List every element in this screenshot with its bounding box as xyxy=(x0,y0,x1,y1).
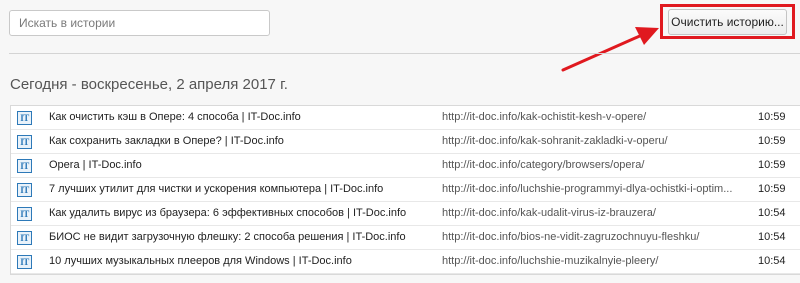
history-item-title[interactable]: 10 лучших музыкальных плееров для Window… xyxy=(49,255,352,267)
history-row[interactable]: IT 10 лучших музыкальных плееров для Wind… xyxy=(11,250,800,274)
site-favicon-icon: IT xyxy=(17,135,32,149)
history-item-url: http://it-doc.info/kak-ochistit-kesh-v-o… xyxy=(442,111,647,123)
site-favicon-icon: IT xyxy=(17,255,32,269)
history-item-url: http://it-doc.info/bios-ne-vidit-zagruzo… xyxy=(442,231,700,243)
history-list: IT Как очистить кэш в Опере: 4 способа | … xyxy=(10,105,800,275)
site-favicon-icon: IT xyxy=(17,231,32,245)
history-item-time: 10:59 xyxy=(758,159,786,171)
history-item-url: http://it-doc.info/luchshie-muzikalnyie-… xyxy=(442,255,659,267)
history-item-time: 10:54 xyxy=(758,207,786,219)
history-item-title[interactable]: Как сохранить закладки в Опере? | IT-Doc… xyxy=(49,135,284,147)
history-item-title[interactable]: Opera | IT-Doc.info xyxy=(49,159,142,171)
history-item-title[interactable]: 7 лучших утилит для чистки и ускорения к… xyxy=(49,183,383,195)
site-favicon-icon: IT xyxy=(17,183,32,197)
header-divider xyxy=(9,53,800,54)
history-item-url: http://it-doc.info/kak-sohranit-zakladki… xyxy=(442,135,668,147)
history-page: Очистить историю... Сегодня - воскресень… xyxy=(0,0,800,283)
history-item-title[interactable]: БИОС не видит загрузочную флешку: 2 спос… xyxy=(49,231,406,243)
history-item-time: 10:59 xyxy=(758,183,786,195)
history-row[interactable]: IT Как сохранить закладки в Опере? | IT-D… xyxy=(11,130,800,154)
history-row[interactable]: IT Как удалить вирус из браузера: 6 эффек… xyxy=(11,202,800,226)
history-item-time: 10:59 xyxy=(758,111,786,123)
history-row[interactable]: IT Opera | IT-Doc.info http://it-doc.info/… xyxy=(11,154,800,178)
date-heading: Сегодня - воскресенье, 2 апреля 2017 г. xyxy=(10,76,288,93)
history-item-title[interactable]: Как очистить кэш в Опере: 4 способа | IT… xyxy=(49,111,301,123)
site-favicon-icon: IT xyxy=(17,159,32,173)
history-row[interactable]: IT Как очистить кэш в Опере: 4 способа | … xyxy=(11,106,800,130)
history-item-url: http://it-doc.info/kak-udalit-virus-iz-b… xyxy=(442,207,656,219)
history-item-time: 10:54 xyxy=(758,231,786,243)
history-item-url: http://it-doc.info/category/browsers/ope… xyxy=(442,159,645,171)
site-favicon-icon: IT xyxy=(17,207,32,221)
history-item-time: 10:54 xyxy=(758,255,786,267)
history-row[interactable]: IT 7 лучших утилит для чистки и ускорения… xyxy=(11,178,800,202)
site-favicon-icon: IT xyxy=(17,111,32,125)
history-row[interactable]: IT БИОС не видит загрузочную флешку: 2 сп… xyxy=(11,226,800,250)
history-item-url: http://it-doc.info/luchshie-programmyi-d… xyxy=(442,183,733,195)
history-item-time: 10:59 xyxy=(758,135,786,147)
history-item-title[interactable]: Как удалить вирус из браузера: 6 эффекти… xyxy=(49,207,406,219)
